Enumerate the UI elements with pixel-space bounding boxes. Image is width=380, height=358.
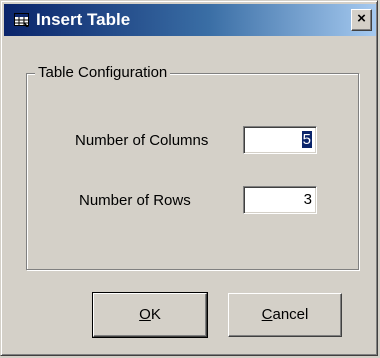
dialog-title: Insert Table (36, 10, 131, 29)
cancel-mnemonic: C (261, 306, 273, 323)
columns-label: Number of Columns (75, 132, 209, 149)
group-label: Table Configuration (35, 64, 171, 82)
ok-mnemonic: O (139, 306, 151, 323)
rows-input[interactable]: 3 (243, 186, 317, 214)
ok-label-rest: K (150, 306, 161, 323)
columns-input[interactable]: 5 (243, 126, 317, 154)
rows-value: 3 (303, 191, 312, 208)
cancel-button[interactable]: Cancel (228, 293, 342, 337)
table-configuration-group: Table Configuration Number of Columns 5 … (26, 64, 359, 270)
close-button[interactable]: × (351, 9, 372, 31)
cancel-label-rest: ancel (272, 306, 309, 323)
table-window-icon (14, 12, 30, 28)
title-bar[interactable]: Insert Table × (4, 4, 376, 36)
columns-value: 5 (301, 131, 312, 148)
close-icon: × (357, 10, 366, 27)
rows-label: Number of Rows (79, 192, 191, 209)
ok-button[interactable]: OK (92, 292, 208, 338)
insert-table-dialog: Insert Table × Table Configuration Numbe… (0, 0, 378, 356)
